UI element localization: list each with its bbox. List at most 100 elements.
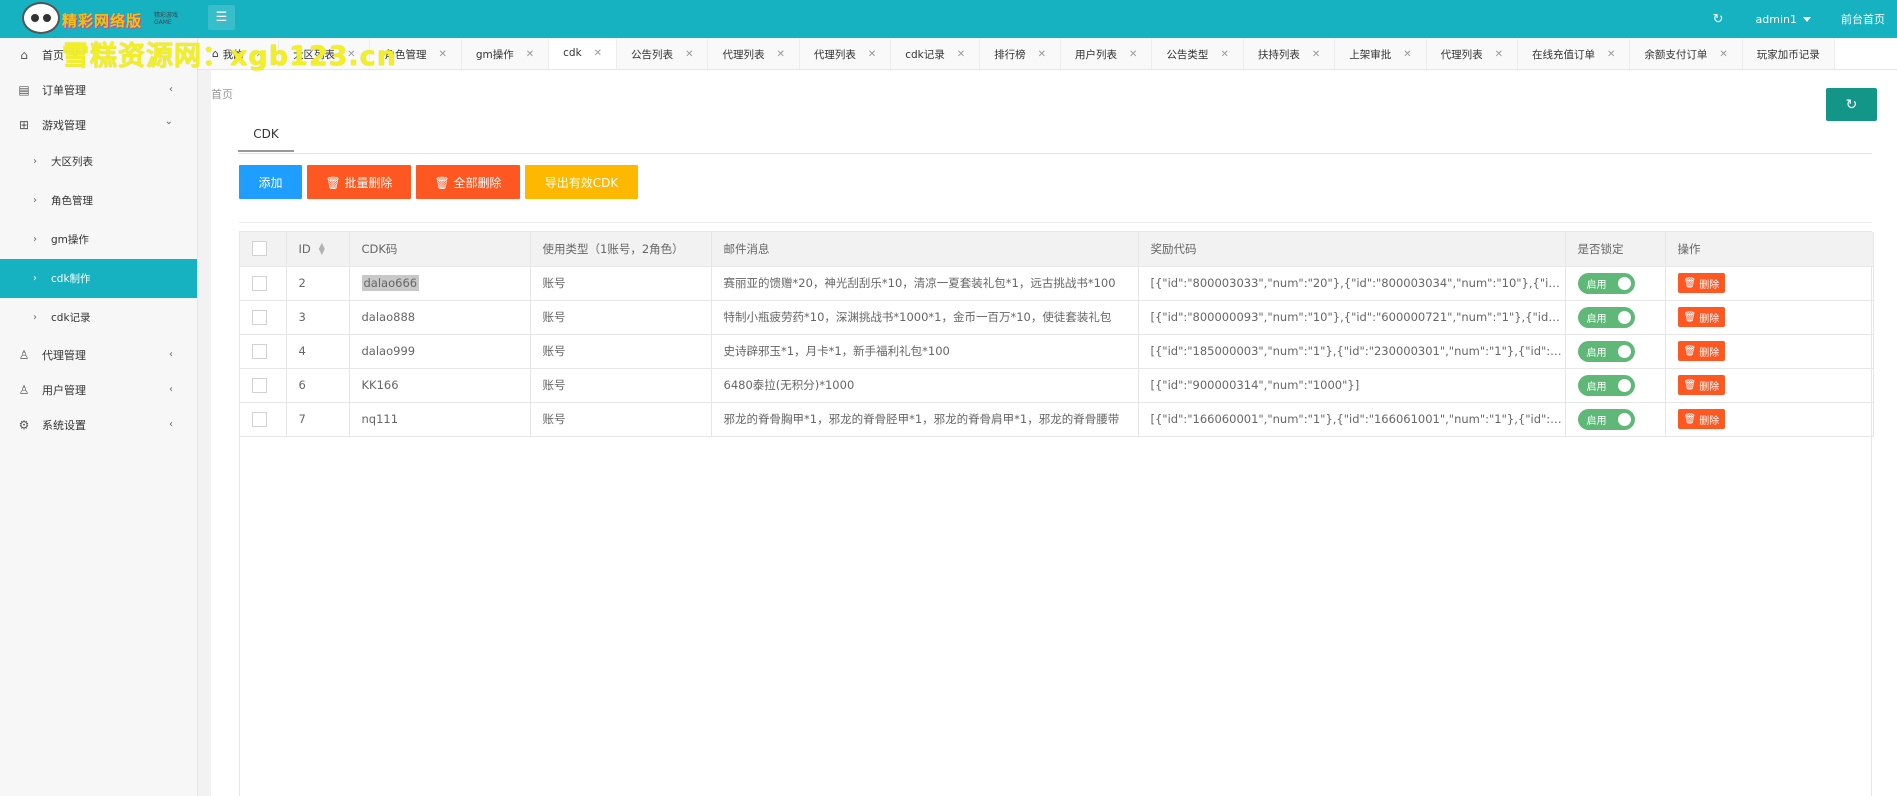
- close-icon[interactable]: ✕: [1038, 49, 1046, 60]
- close-icon[interactable]: ✕: [1495, 49, 1503, 60]
- watermark: 雪糕资源网：xgb123.cn: [62, 41, 397, 72]
- lock-toggle[interactable]: 启用: [1577, 408, 1635, 430]
- tab-agents-2[interactable]: 代理列表 ✕: [799, 38, 892, 69]
- chevron-left-icon: ‹: [169, 384, 173, 395]
- delete-button[interactable]: 🗑 删除: [1677, 341, 1726, 361]
- menu-toggle-button[interactable]: ☰: [208, 5, 235, 30]
- close-icon[interactable]: ✕: [1403, 49, 1411, 60]
- refresh-icon[interactable]: ↻: [1713, 12, 1724, 27]
- tab-label: 代理列表: [1440, 48, 1483, 61]
- close-icon[interactable]: ✕: [1129, 49, 1137, 60]
- sidebar-subitem-cdk-make[interactable]: › cdk制作: [0, 259, 197, 298]
- tab-online-orders[interactable]: 在线充值订单 ✕: [1518, 38, 1631, 69]
- lock-toggle[interactable]: 启用: [1577, 306, 1635, 328]
- chevron-right-icon: ›: [33, 273, 37, 284]
- sidebar-subitem-roles[interactable]: › 角色管理: [0, 181, 197, 220]
- sidebar-subitem-gm[interactable]: › gm操作: [0, 220, 197, 259]
- refresh-button[interactable]: ↻: [1826, 88, 1877, 121]
- close-icon[interactable]: ✕: [1719, 49, 1727, 60]
- row-checkbox[interactable]: [252, 343, 267, 359]
- close-icon[interactable]: ✕: [868, 49, 876, 60]
- sidebar-subitem-cdk-records[interactable]: › cdk记录: [0, 298, 197, 337]
- gear-icon: ⚙: [18, 417, 30, 432]
- close-icon[interactable]: ✕: [1220, 49, 1228, 60]
- tab-balance-orders[interactable]: 余额支付订单 ✕: [1630, 38, 1743, 69]
- sidebar-subitem-label: 大区列表: [51, 156, 93, 168]
- delete-button[interactable]: 🗑 删除: [1677, 409, 1726, 429]
- tab-cdk-records[interactable]: cdk记录 ✕: [891, 38, 981, 69]
- sidebar-item-orders[interactable]: ▤ 订单管理 ‹: [0, 72, 197, 107]
- cell-type: 账号: [530, 300, 712, 335]
- tab-cdk[interactable]: cdk ✕: [549, 38, 618, 69]
- sidebar: ⌂ 首页 ▤ 订单管理 ‹ ⊞ 游戏管理 ⌄ › 大区列表 › 角色管理 › g…: [0, 38, 198, 796]
- cell-reward: [{"id":"166060001","num":"1"},{"id":"166…: [1138, 402, 1566, 437]
- sidebar-item-users[interactable]: ♙ 用户管理 ‹: [0, 372, 197, 407]
- row-checkbox[interactable]: [252, 275, 267, 291]
- export-button[interactable]: 导出有效CDK: [525, 165, 638, 199]
- close-icon[interactable]: ✕: [957, 49, 965, 60]
- home-icon: ⌂: [20, 48, 28, 62]
- sidebar-item-game[interactable]: ⊞ 游戏管理 ⌄: [0, 107, 197, 142]
- cell-type: 账号: [530, 402, 712, 437]
- lock-toggle[interactable]: 启用: [1577, 340, 1635, 362]
- close-icon[interactable]: ✕: [526, 49, 534, 60]
- row-checkbox[interactable]: [252, 309, 267, 325]
- chevron-down-icon: ⌄: [164, 116, 173, 127]
- tab-notices[interactable]: 公告列表 ✕: [617, 38, 709, 69]
- logo[interactable]: 精彩网络版 精彩游戏 GAME: [22, 2, 180, 34]
- sidebar-subitem-label: cdk记录: [51, 312, 91, 324]
- cell-ops: 🗑 删除: [1665, 368, 1874, 403]
- tab-label: 公告类型: [1166, 48, 1209, 61]
- sidebar-item-label: 首页: [42, 49, 64, 62]
- tab-support[interactable]: 扶持列表 ✕: [1243, 38, 1336, 69]
- table-row: 2 dalao666 账号 赛丽亚的馈赠*20，神光刮刮乐*10，清凉一夏套装礼…: [240, 266, 1874, 301]
- sidebar-item-settings[interactable]: ⚙ 系统设置 ‹: [0, 407, 197, 442]
- breadcrumb[interactable]: 首页: [211, 86, 233, 102]
- lock-toggle[interactable]: 启用: [1577, 374, 1635, 396]
- tab-agents-3[interactable]: 代理列表 ✕: [1426, 38, 1518, 69]
- delete-button[interactable]: 🗑 删除: [1677, 273, 1726, 293]
- row-checkbox[interactable]: [252, 411, 267, 427]
- tab-label: 公告列表: [631, 48, 674, 61]
- tab-label: 用户列表: [1075, 48, 1118, 61]
- select-all-checkbox[interactable]: [252, 241, 267, 257]
- delete-button[interactable]: 🗑 删除: [1677, 307, 1726, 327]
- sidebar-item-label: 用户管理: [42, 383, 86, 397]
- batch-delete-button[interactable]: 🗑 批量删除: [307, 165, 411, 199]
- delete-button[interactable]: 🗑 删除: [1677, 375, 1726, 395]
- delete-all-button[interactable]: 🗑 全部删除: [416, 165, 520, 199]
- close-icon[interactable]: ✕: [685, 49, 693, 60]
- sidebar-item-agents[interactable]: ♙ 代理管理 ‹: [0, 337, 197, 372]
- tab-label: 玩家加币记录: [1756, 48, 1820, 61]
- close-icon[interactable]: ✕: [594, 48, 602, 59]
- cell-id: 2: [286, 266, 350, 301]
- close-icon[interactable]: ✕: [1312, 49, 1320, 60]
- tab-approval[interactable]: 上架审批 ✕: [1335, 38, 1427, 69]
- row-select-cell: [240, 402, 287, 437]
- front-page-link[interactable]: 前台首页: [1841, 11, 1885, 27]
- tab-notice-types[interactable]: 公告类型 ✕: [1152, 38, 1244, 69]
- sidebar-subitem-regions[interactable]: › 大区列表: [0, 142, 197, 181]
- sort-icon[interactable]: ▲ ▼: [319, 242, 325, 256]
- user-icon: ♙: [18, 347, 30, 362]
- tab-ranking[interactable]: 排行榜 ✕: [980, 38, 1062, 69]
- chevron-right-icon: ›: [33, 195, 37, 206]
- table-row: 4 dalao999 账号 史诗辟邪玉*1，月卡*1，新手福利礼包*100 [{…: [240, 334, 1874, 369]
- column-header-id[interactable]: ID ▲ ▼: [286, 232, 350, 267]
- row-checkbox[interactable]: [252, 377, 267, 393]
- user-menu[interactable]: admin1: [1756, 13, 1811, 26]
- delete-label: 删除: [1699, 313, 1720, 325]
- close-icon[interactable]: ✕: [438, 49, 446, 60]
- tab-users[interactable]: 用户列表 ✕: [1061, 38, 1153, 69]
- lock-toggle[interactable]: 启用: [1577, 272, 1635, 294]
- cell-reward: [{"id":"185000003","num":"1"},{"id":"230…: [1138, 334, 1566, 369]
- close-icon[interactable]: ✕: [1607, 49, 1615, 60]
- close-icon[interactable]: ✕: [776, 49, 784, 60]
- add-button[interactable]: 添加: [239, 165, 302, 199]
- tab-agents[interactable]: 代理列表 ✕: [708, 38, 800, 69]
- column-header-reward: 奖励代码: [1138, 232, 1566, 267]
- tab-coin-records[interactable]: 玩家加币记录: [1742, 38, 1835, 69]
- cdk-table: ID ▲ ▼ CDK码 使用类型（1账号，2角色） 邮件消息 奖励代码 是否锁定 操…: [239, 231, 1874, 796]
- tab-cdk-panel[interactable]: CDK: [238, 118, 294, 152]
- tab-gm[interactable]: gm操作 ✕: [461, 38, 550, 69]
